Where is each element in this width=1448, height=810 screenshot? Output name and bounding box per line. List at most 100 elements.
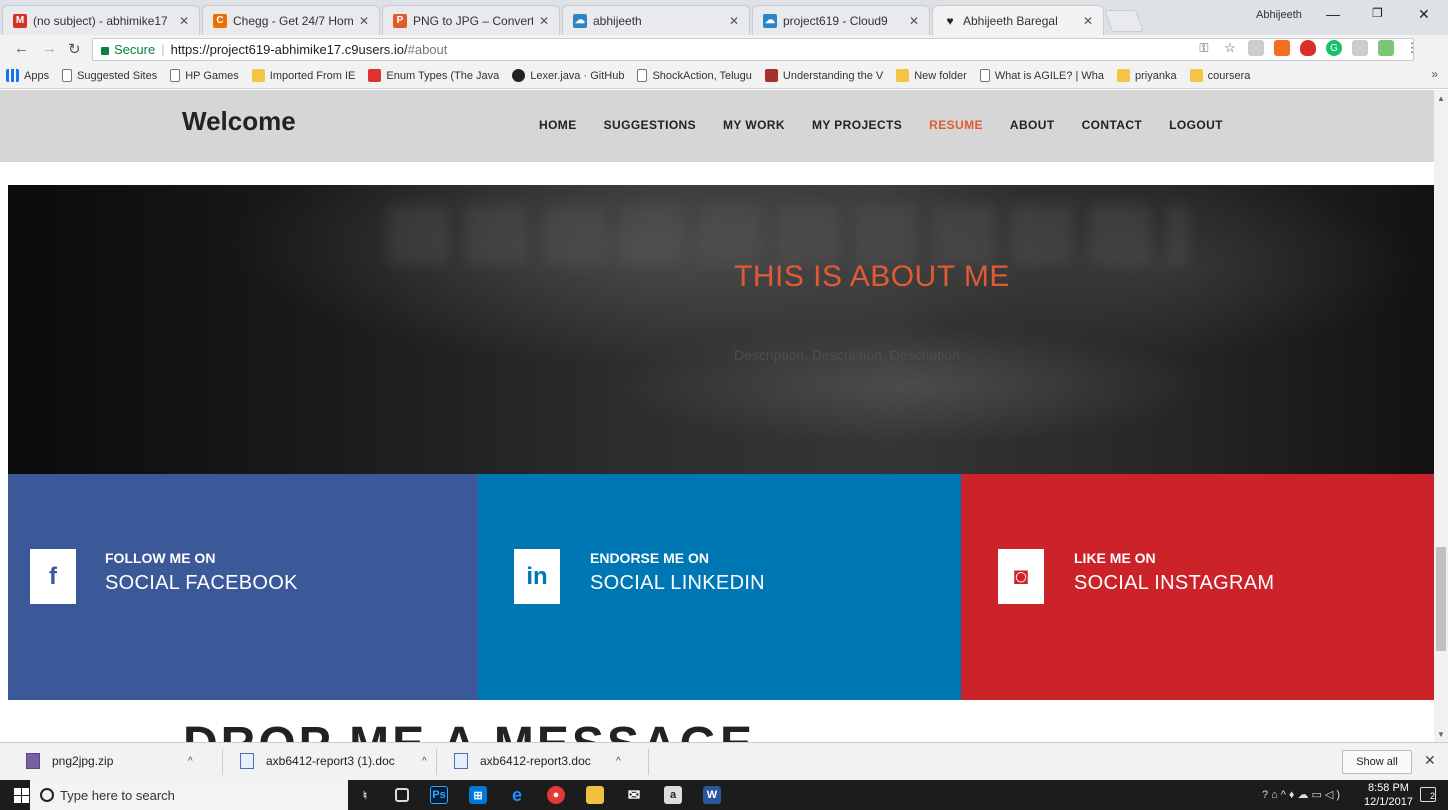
social-instagram-panel[interactable]: ◙ LIKE ME ON SOCIAL INSTAGRAM bbox=[961, 474, 1434, 700]
bookmark-label: Lexer.java · GitHub bbox=[530, 69, 625, 82]
new-tab-button[interactable] bbox=[1103, 10, 1145, 32]
scroll-up-icon[interactable]: ▲ bbox=[1437, 94, 1445, 103]
tab-abhijeeth[interactable]: ☁ abhijeeth ✕ bbox=[562, 5, 750, 35]
tab-png-to-jpg[interactable]: P PNG to JPG – Convert P ✕ bbox=[382, 5, 560, 35]
tab-title: abhijeeth bbox=[593, 13, 642, 28]
photoshop-icon[interactable]: Ps bbox=[430, 786, 448, 804]
amazon-icon[interactable]: a bbox=[664, 786, 682, 804]
bookmark-what-is-agile[interactable]: What is AGILE? | Wha bbox=[979, 69, 1104, 82]
action-center-icon[interactable]: 2 bbox=[1420, 787, 1436, 802]
page-viewport: Welcome HOME SUGGESTIONS MY WORK MY PROJ… bbox=[0, 90, 1434, 742]
tab-title: Abhijeeth Baregal bbox=[963, 13, 1058, 28]
nav-suggestions[interactable]: SUGGESTIONS bbox=[604, 118, 696, 132]
tab-chegg[interactable]: C Chegg - Get 24/7 Home ✕ bbox=[202, 5, 380, 35]
close-tab-icon[interactable]: ✕ bbox=[359, 14, 369, 28]
minimize-icon[interactable]: — bbox=[1326, 6, 1340, 22]
tab-cloud9[interactable]: ☁ project619 - Cloud9 ✕ bbox=[752, 5, 930, 35]
forward-arrow-icon[interactable]: → bbox=[42, 40, 57, 57]
bookmark-hp-games[interactable]: HP Games bbox=[170, 69, 239, 82]
nav-my-projects[interactable]: MY PROJECTS bbox=[812, 118, 902, 132]
page-icon bbox=[62, 69, 73, 82]
social-facebook-panel[interactable]: f FOLLOW ME ON SOCIAL FACEBOOK bbox=[8, 474, 478, 700]
site-brand[interactable]: Welcome bbox=[182, 106, 296, 137]
task-view-icon[interactable] bbox=[395, 788, 409, 802]
chevron-up-icon[interactable]: ^ bbox=[422, 756, 427, 767]
shield-icon[interactable] bbox=[1300, 40, 1316, 56]
star-icon[interactable]: ☆ bbox=[1222, 40, 1238, 56]
social-linkedin-panel[interactable]: in ENDORSE ME ON SOCIAL LINKEDIN bbox=[478, 474, 961, 700]
bookmark-coursera[interactable]: coursera bbox=[1189, 69, 1250, 82]
close-download-bar-icon[interactable]: ✕ bbox=[1424, 752, 1436, 769]
nav-resume[interactable]: RESUME bbox=[929, 118, 983, 132]
download-item[interactable]: axb6412-report3 (1).doc ^ bbox=[240, 753, 427, 769]
bookmark-understanding[interactable]: Understanding the V bbox=[764, 69, 883, 82]
gmail-icon: M bbox=[13, 13, 27, 28]
menu-kebab-icon[interactable]: ⋮ bbox=[1404, 40, 1420, 56]
word-icon[interactable]: W bbox=[703, 786, 721, 804]
close-tab-icon[interactable]: ✕ bbox=[179, 14, 189, 28]
tab-title: PNG to JPG – Convert P bbox=[413, 13, 533, 28]
bookmark-label: Enum Types (The Java bbox=[386, 69, 500, 82]
nav-my-work[interactable]: MY WORK bbox=[723, 118, 785, 132]
secure-label: Secure bbox=[114, 42, 156, 57]
scroll-down-icon[interactable]: ▼ bbox=[1437, 730, 1445, 739]
hero-background-image bbox=[388, 205, 1188, 265]
tab-gmail[interactable]: M (no subject) - abhimike17 ✕ bbox=[2, 5, 200, 35]
url-path: #about bbox=[407, 42, 448, 57]
grammarly-icon[interactable]: G bbox=[1326, 40, 1342, 56]
windows-start-icon[interactable] bbox=[14, 788, 29, 803]
mail-icon[interactable]: ✉ bbox=[625, 786, 643, 804]
close-tab-icon[interactable]: ✕ bbox=[909, 14, 919, 28]
extension-icon[interactable] bbox=[1378, 40, 1394, 56]
close-tab-icon[interactable]: ✕ bbox=[1083, 14, 1093, 28]
bookmarks-overflow-button[interactable]: » bbox=[1431, 67, 1438, 81]
bookmark-new-folder[interactable]: New folder bbox=[896, 69, 967, 82]
file-explorer-icon[interactable] bbox=[586, 786, 604, 804]
profile-name[interactable]: Abhijeeth bbox=[1256, 9, 1302, 21]
github-icon bbox=[512, 69, 526, 82]
tab-abhijeeth-baregal[interactable]: ♥ Abhijeeth Baregal ✕ bbox=[932, 5, 1104, 35]
chrome-icon[interactable]: ● bbox=[547, 786, 565, 804]
bookmark-apps[interactable]: Apps bbox=[6, 69, 49, 82]
taskbar-search-box[interactable]: Type here to search bbox=[30, 780, 348, 810]
taskbar-pinned-apps: ♮ Ps ⊞ e ● ✉ a W bbox=[356, 785, 721, 805]
close-tab-icon[interactable]: ✕ bbox=[539, 14, 549, 28]
bookmark-shockaction[interactable]: ShockAction, Telugu bbox=[637, 69, 752, 82]
nav-home[interactable]: HOME bbox=[539, 118, 577, 132]
extension-icon[interactable] bbox=[1352, 40, 1368, 56]
nav-contact[interactable]: CONTACT bbox=[1082, 118, 1143, 132]
back-arrow-icon[interactable]: ← bbox=[14, 40, 29, 57]
chevron-up-icon[interactable]: ^ bbox=[188, 756, 193, 767]
taskbar-clock[interactable]: 8:58 PM 12/1/2017 bbox=[1364, 781, 1413, 809]
close-tab-icon[interactable]: ✕ bbox=[729, 14, 739, 28]
word-doc-icon bbox=[240, 753, 254, 769]
bookmark-priyanka[interactable]: priyanka bbox=[1117, 69, 1177, 82]
close-window-icon[interactable]: ✕ bbox=[1418, 6, 1430, 23]
system-tray-icons[interactable]: ?⌂^♦☁▭◁) bbox=[1262, 788, 1343, 801]
download-item[interactable]: axb6412-report3.doc ^ bbox=[454, 753, 621, 769]
nav-logout[interactable]: LOGOUT bbox=[1169, 118, 1223, 132]
about-hero: THIS IS ABOUT ME Description. Descriptio… bbox=[8, 185, 1434, 474]
download-item[interactable]: png2jpg.zip ^ bbox=[26, 753, 193, 769]
key-icon[interactable]: ⚿ bbox=[1196, 40, 1212, 56]
scrollbar-thumb[interactable] bbox=[1436, 547, 1446, 651]
page-scrollbar[interactable]: ▲ ▼ bbox=[1434, 90, 1448, 742]
reload-icon[interactable]: ↻ bbox=[68, 40, 81, 58]
nav-about[interactable]: ABOUT bbox=[1010, 118, 1055, 132]
bookmark-suggested-sites[interactable]: Suggested Sites bbox=[62, 69, 157, 82]
page-icon bbox=[637, 69, 648, 82]
pdf-extension-icon[interactable] bbox=[1248, 40, 1264, 56]
bookmark-imported-from-ie[interactable]: Imported From IE bbox=[251, 69, 355, 82]
extension-icon[interactable] bbox=[1274, 40, 1290, 56]
edge-icon[interactable]: e bbox=[508, 785, 526, 805]
maximize-icon[interactable]: ❐ bbox=[1372, 6, 1383, 20]
show-all-downloads-button[interactable]: Show all bbox=[1342, 750, 1412, 774]
bookmark-label: ShockAction, Telugu bbox=[652, 69, 752, 82]
bookmark-lexer-github[interactable]: Lexer.java · GitHub bbox=[512, 69, 624, 82]
chevron-up-icon[interactable]: ^ bbox=[616, 756, 621, 767]
store-icon[interactable]: ⊞ bbox=[469, 786, 487, 804]
bookmark-enum-types[interactable]: Enum Types (The Java bbox=[368, 69, 499, 82]
microphone-icon[interactable]: ♮ bbox=[356, 786, 374, 804]
site-icon bbox=[764, 69, 778, 82]
download-separator bbox=[648, 749, 649, 775]
